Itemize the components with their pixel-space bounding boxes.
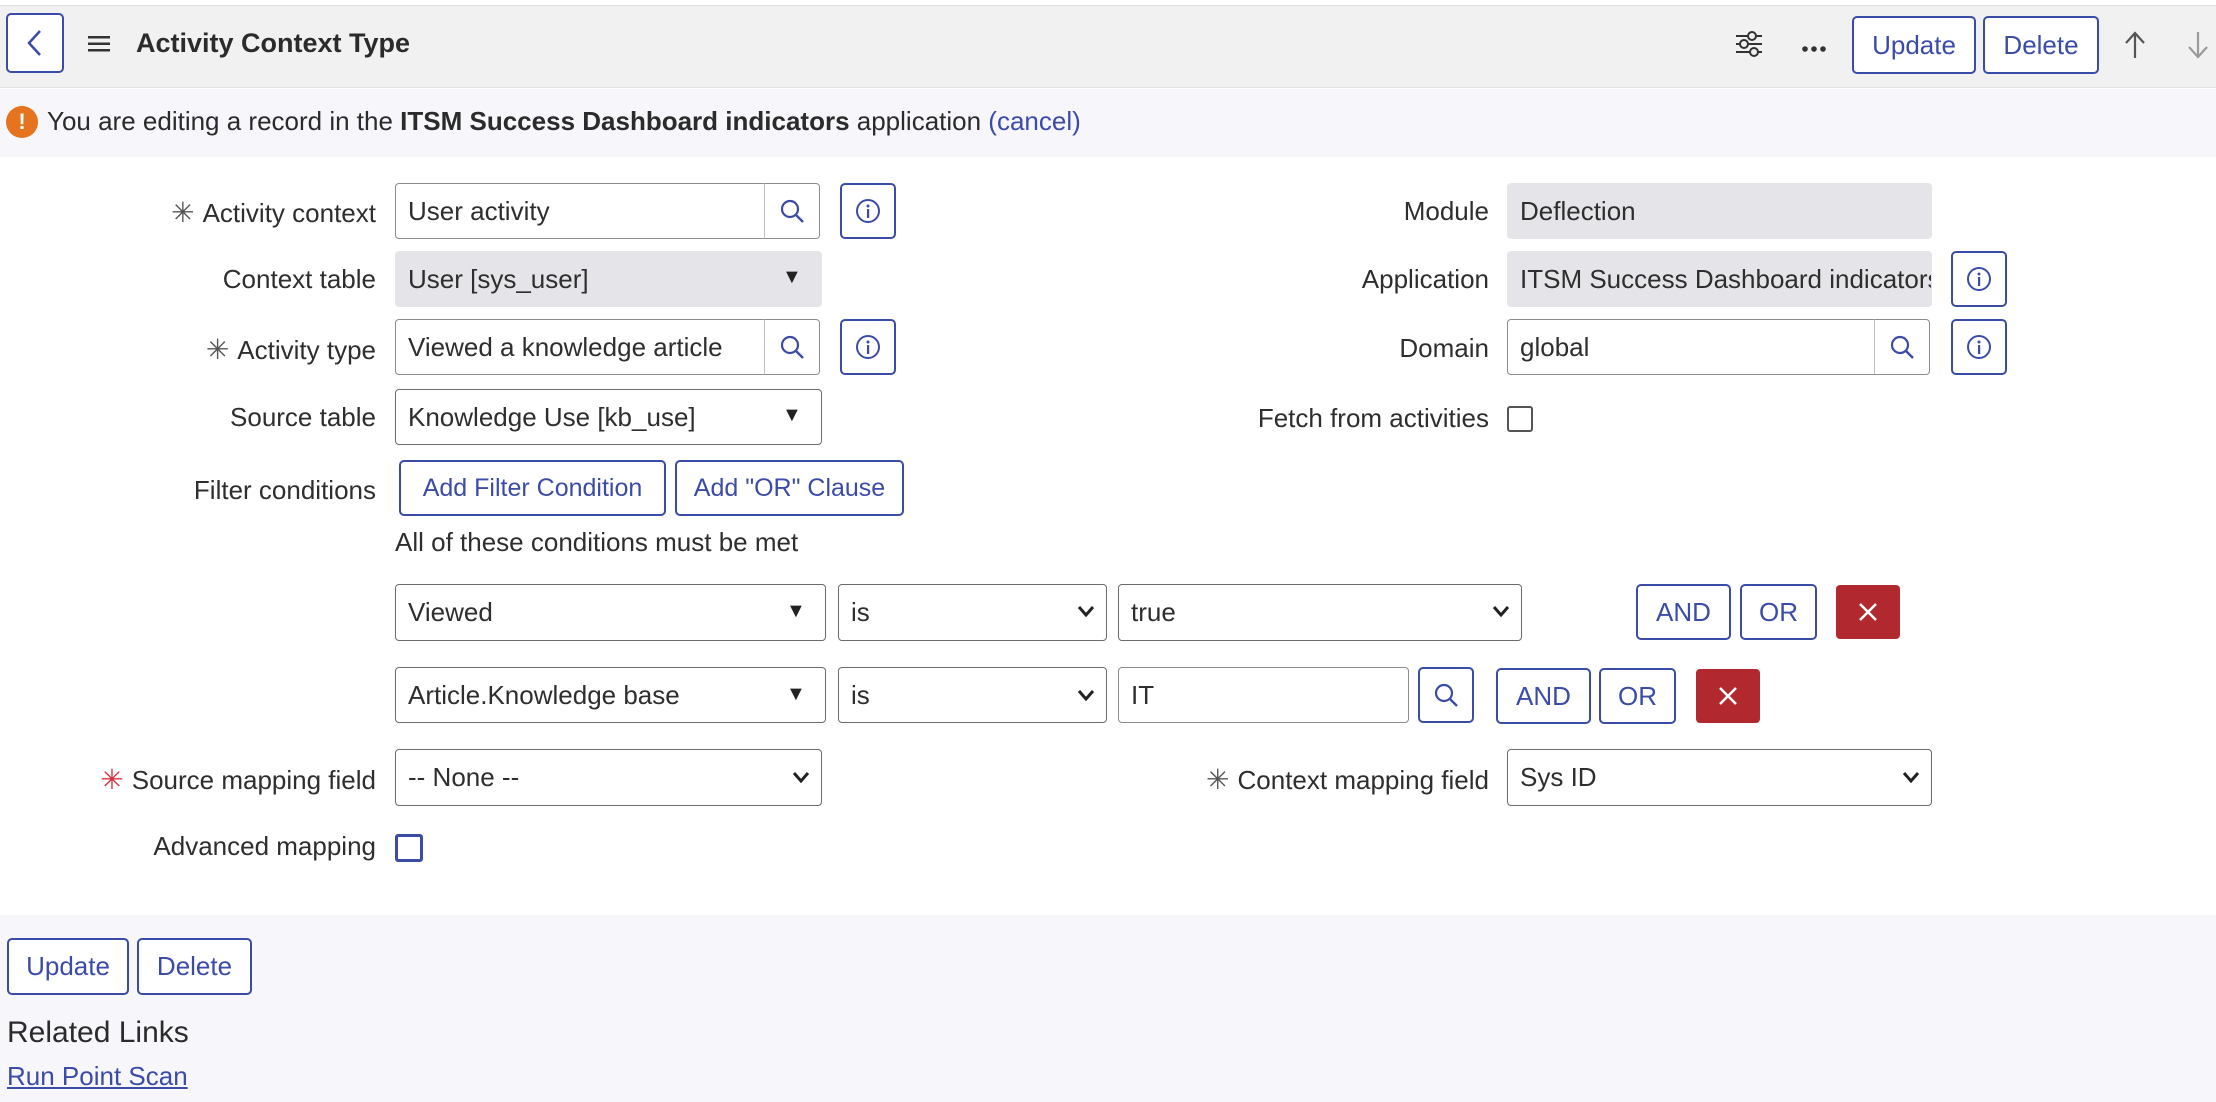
- caret-down-icon: ▼: [786, 683, 806, 705]
- remove-condition-button[interactable]: [1696, 669, 1760, 723]
- advanced-mapping-label: Advanced mapping: [153, 831, 376, 861]
- banner-suffix: application: [849, 106, 989, 136]
- search-icon: [1434, 683, 1458, 707]
- source-table-select[interactable]: Knowledge Use [kb_use]: [395, 389, 822, 445]
- close-icon: [1859, 603, 1877, 621]
- domain-lookup-button[interactable]: [1874, 319, 1930, 375]
- search-icon: [780, 335, 804, 359]
- chevron-down-icon: [1902, 772, 1920, 784]
- context-table-label: Context table: [222, 264, 376, 294]
- personalize-form-icon[interactable]: [1734, 30, 1764, 58]
- application-field: ITSM Success Dashboard indicators: [1507, 251, 1932, 307]
- condition-operator-select[interactable]: is: [838, 667, 1107, 723]
- context-mapping-label: ✳ Context mapping field: [1206, 764, 1489, 795]
- chevron-down-icon: [792, 772, 810, 784]
- remove-condition-button[interactable]: [1836, 585, 1900, 639]
- domain-label: Domain: [1399, 333, 1489, 363]
- banner-prefix: You are editing a record in the: [47, 106, 401, 136]
- more-options-icon[interactable]: [1802, 40, 1826, 52]
- caret-down-icon: ▼: [782, 404, 802, 426]
- arrow-down-icon[interactable]: [2186, 30, 2210, 60]
- condition-value-select[interactable]: true: [1118, 584, 1522, 641]
- warning-icon: !: [6, 106, 38, 138]
- activity-type-input[interactable]: Viewed a knowledge article: [395, 319, 765, 375]
- application-info-button[interactable]: [1951, 251, 2007, 307]
- cancel-link[interactable]: (cancel): [988, 106, 1080, 136]
- fetch-from-activities-label: Fetch from activities: [1257, 403, 1489, 433]
- activity-context-lookup-button[interactable]: [764, 183, 820, 239]
- fetch-from-activities-checkbox[interactable]: [1507, 406, 1533, 432]
- banner-app-name: ITSM Success Dashboard indicators: [400, 106, 850, 136]
- info-icon: [856, 335, 880, 359]
- info-icon: [1967, 335, 1991, 359]
- activity-context-input[interactable]: User activity: [395, 183, 765, 239]
- source-mapping-label: ✳ Source mapping field: [100, 764, 376, 795]
- header-delete-button[interactable]: Delete: [1983, 16, 2099, 74]
- conditions-hint: All of these conditions must be met: [395, 527, 799, 557]
- application-label: Application: [1361, 264, 1489, 294]
- condition-field-select[interactable]: Article.Knowledge base: [395, 667, 826, 723]
- activity-type-info-button[interactable]: [840, 319, 896, 375]
- chevron-down-icon: [1077, 690, 1095, 702]
- required-icon: ✳: [1206, 764, 1230, 795]
- activity-type-lookup-button[interactable]: [764, 319, 820, 375]
- back-button[interactable]: [6, 13, 64, 73]
- required-icon: ✳: [100, 764, 124, 795]
- page-title: Activity Context Type: [136, 28, 411, 58]
- info-icon: [856, 199, 880, 223]
- condition-or-button[interactable]: OR: [1599, 668, 1676, 724]
- activity-context-label: ✳ Activity context: [171, 197, 376, 228]
- header-update-button[interactable]: Update: [1852, 16, 1976, 74]
- caret-down-icon: ▼: [786, 600, 806, 622]
- module-field: Deflection: [1507, 183, 1932, 239]
- domain-info-button[interactable]: [1951, 319, 2007, 375]
- condition-value-lookup-button[interactable]: [1418, 667, 1474, 723]
- required-icon: ✳: [171, 197, 195, 228]
- chevron-down-icon: [1492, 606, 1510, 618]
- hamburger-menu-icon[interactable]: [88, 35, 110, 53]
- related-links-heading: Related Links: [7, 1016, 189, 1049]
- domain-input[interactable]: global: [1507, 319, 1875, 375]
- activity-context-info-button[interactable]: [840, 183, 896, 239]
- condition-or-button[interactable]: OR: [1740, 584, 1817, 640]
- footer-area: [0, 915, 2216, 1102]
- filter-conditions-label: Filter conditions: [193, 475, 376, 505]
- condition-and-button[interactable]: AND: [1636, 584, 1731, 640]
- source-table-label: Source table: [230, 402, 376, 432]
- condition-and-button[interactable]: AND: [1496, 668, 1591, 724]
- footer-update-button[interactable]: Update: [7, 938, 129, 995]
- run-point-scan-link[interactable]: Run Point Scan: [7, 1061, 188, 1092]
- search-icon: [780, 199, 804, 223]
- info-icon: [1967, 267, 1991, 291]
- caret-down-icon: ▼: [782, 266, 802, 288]
- condition-value-input[interactable]: IT: [1118, 667, 1409, 723]
- activity-type-label: ✳ Activity type: [205, 334, 376, 365]
- add-or-clause-button[interactable]: Add "OR" Clause: [675, 460, 904, 516]
- arrow-up-icon[interactable]: [2123, 30, 2147, 60]
- required-icon: ✳: [205, 334, 230, 365]
- condition-field-select[interactable]: Viewed: [395, 584, 826, 641]
- banner-message: You are editing a record in the ITSM Suc…: [47, 106, 1081, 137]
- chevron-down-icon: [1077, 606, 1095, 618]
- module-label: Module: [1403, 196, 1489, 226]
- condition-operator-select[interactable]: is: [838, 584, 1107, 641]
- add-filter-condition-button[interactable]: Add Filter Condition: [399, 460, 666, 516]
- advanced-mapping-checkbox[interactable]: [395, 834, 423, 862]
- source-mapping-select[interactable]: -- None --: [395, 749, 822, 806]
- chevron-left-icon: [27, 30, 41, 56]
- search-icon: [1890, 335, 1914, 359]
- context-table-select: User [sys_user]: [395, 251, 822, 307]
- context-mapping-select[interactable]: Sys ID: [1507, 749, 1932, 806]
- footer-delete-button[interactable]: Delete: [137, 938, 252, 995]
- close-icon: [1719, 687, 1737, 705]
